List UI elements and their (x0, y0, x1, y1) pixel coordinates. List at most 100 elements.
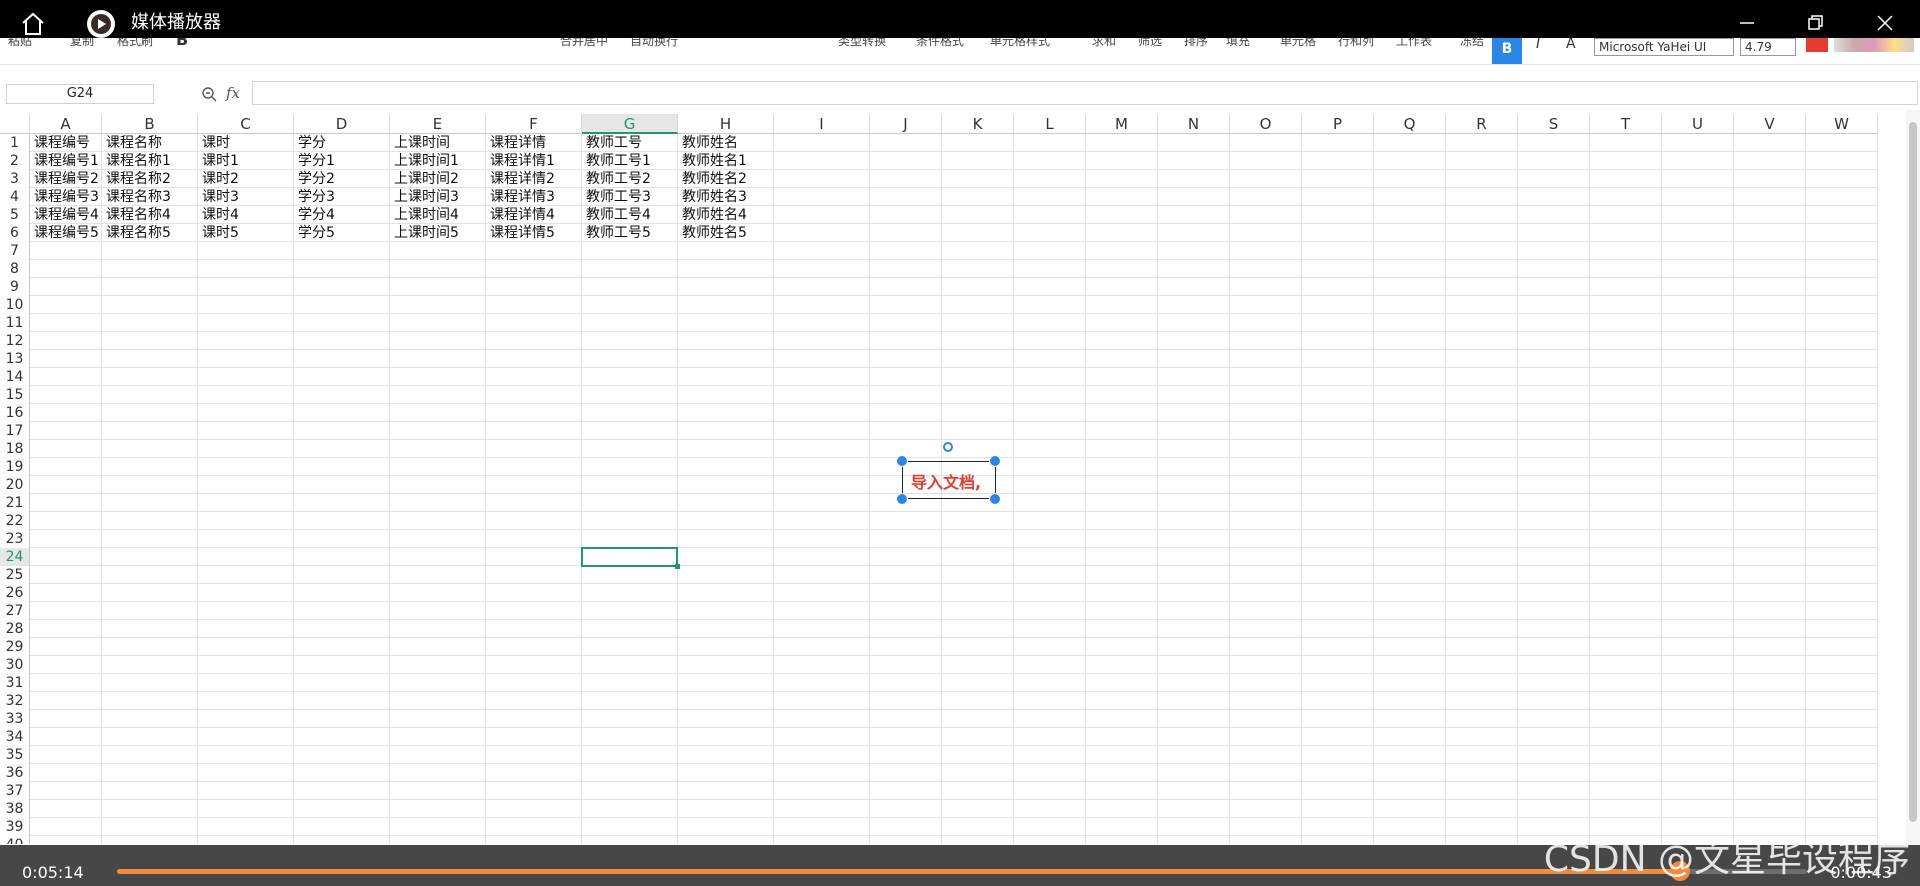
cell-B6[interactable]: 课程名称5 (102, 224, 198, 242)
ribbon-copy[interactable]: 复制 (70, 38, 94, 49)
ribbon-fill[interactable]: 填充 (1226, 38, 1250, 49)
ribbon-sum[interactable]: 求和 (1092, 38, 1116, 49)
cell-G4[interactable]: 教师工号3 (582, 188, 678, 206)
row-header-37[interactable]: 37 (0, 782, 30, 800)
row-header-40[interactable]: 40 (0, 836, 30, 844)
column-header-T[interactable]: T (1590, 114, 1662, 134)
cell-F1[interactable]: 课程详情 (486, 134, 582, 152)
cell-C6[interactable]: 课时5 (198, 224, 294, 242)
cell-H6[interactable]: 教师姓名5 (678, 224, 774, 242)
row-header-8[interactable]: 8 (0, 260, 30, 278)
row-header-13[interactable]: 13 (0, 350, 30, 368)
text-box-shape[interactable]: 导入文档, (902, 461, 996, 499)
italic-toggle[interactable]: I (1536, 38, 1540, 52)
column-header-D[interactable]: D (294, 114, 390, 134)
row-header-9[interactable]: 9 (0, 278, 30, 296)
column-header-I[interactable]: I (774, 114, 870, 134)
active-cell-selection[interactable] (581, 547, 680, 569)
column-header-P[interactable]: P (1302, 114, 1374, 134)
row-header-2[interactable]: 2 (0, 152, 30, 170)
row-header-12[interactable]: 12 (0, 332, 30, 350)
column-header-K[interactable]: K (942, 114, 1014, 134)
home-icon[interactable] (20, 11, 46, 37)
column-header-S[interactable]: S (1518, 114, 1590, 134)
row-header-30[interactable]: 30 (0, 656, 30, 674)
row-header-1[interactable]: 1 (0, 134, 30, 152)
row-header-20[interactable]: 20 (0, 476, 30, 494)
cell-A4[interactable]: 课程编号3 (30, 188, 102, 206)
row-header-16[interactable]: 16 (0, 404, 30, 422)
vertical-scrollbar[interactable] (1906, 110, 1920, 845)
column-header-C[interactable]: C (198, 114, 294, 134)
row-header-35[interactable]: 35 (0, 746, 30, 764)
cell-A3[interactable]: 课程编号2 (30, 170, 102, 188)
cell-B4[interactable]: 课程名称3 (102, 188, 198, 206)
row-header-25[interactable]: 25 (0, 566, 30, 584)
column-header-F[interactable]: F (486, 114, 582, 134)
cell-A6[interactable]: 课程编号5 (30, 224, 102, 242)
ribbon-wrap-text[interactable]: 自动换行 (630, 38, 678, 49)
column-header-U[interactable]: U (1662, 114, 1734, 134)
minimize-icon[interactable] (1734, 10, 1760, 36)
cell-A5[interactable]: 课程编号4 (30, 206, 102, 224)
column-header-J[interactable]: J (870, 114, 942, 134)
row-header-4[interactable]: 4 (0, 188, 30, 206)
row-header-29[interactable]: 29 (0, 638, 30, 656)
cell-E2[interactable]: 上课时间1 (390, 152, 486, 170)
scrollbar-thumb[interactable] (1909, 122, 1917, 822)
bold-button[interactable]: B (176, 38, 188, 49)
font-color-button[interactable]: A (1566, 38, 1576, 52)
cell-D4[interactable]: 学分3 (294, 188, 390, 206)
column-header-O[interactable]: O (1230, 114, 1302, 134)
cell-H5[interactable]: 教师姓名4 (678, 206, 774, 224)
cell-D1[interactable]: 学分 (294, 134, 390, 152)
cell-E3[interactable]: 上课时间2 (390, 170, 486, 188)
color-swatch-red[interactable] (1806, 38, 1828, 52)
font-size-select[interactable]: 4.79 (1740, 38, 1796, 56)
ribbon-format-painter[interactable]: 格式刷 (117, 38, 153, 49)
cell-E4[interactable]: 上课时间3 (390, 188, 486, 206)
cell-B5[interactable]: 课程名称4 (102, 206, 198, 224)
cell-F6[interactable]: 课程详情5 (486, 224, 582, 242)
text-box-content[interactable]: 导入文档, (911, 469, 981, 493)
cell-B2[interactable]: 课程名称1 (102, 152, 198, 170)
cell-E5[interactable]: 上课时间4 (390, 206, 486, 224)
name-box[interactable]: G24 (6, 84, 154, 104)
cell-D6[interactable]: 学分5 (294, 224, 390, 242)
cell-G2[interactable]: 教师工号1 (582, 152, 678, 170)
row-header-18[interactable]: 18 (0, 440, 30, 458)
cell-C2[interactable]: 课时1 (198, 152, 294, 170)
row-header-27[interactable]: 27 (0, 602, 30, 620)
column-header-Q[interactable]: Q (1374, 114, 1446, 134)
restore-icon[interactable] (1802, 10, 1828, 36)
row-header-24[interactable]: 24 (0, 548, 30, 566)
cell-B3[interactable]: 课程名称2 (102, 170, 198, 188)
cell-G6[interactable]: 教师工号5 (582, 224, 678, 242)
ribbon-conditional-format[interactable]: 条件格式 (916, 38, 964, 49)
row-header-19[interactable]: 19 (0, 458, 30, 476)
ribbon-filter[interactable]: 筛选 (1138, 38, 1162, 49)
row-header-17[interactable]: 17 (0, 422, 30, 440)
cell-F3[interactable]: 课程详情2 (486, 170, 582, 188)
row-header-11[interactable]: 11 (0, 314, 30, 332)
cell-H1[interactable]: 教师姓名 (678, 134, 774, 152)
resize-handle-tr[interactable] (989, 455, 1001, 467)
resize-handle-br[interactable] (989, 493, 1001, 505)
row-header-10[interactable]: 10 (0, 296, 30, 314)
ribbon-type-convert[interactable]: 类型转换 (838, 38, 886, 49)
row-header-36[interactable]: 36 (0, 764, 30, 782)
ribbon-worksheet[interactable]: 工作表 (1396, 38, 1432, 49)
cell-A2[interactable]: 课程编号1 (30, 152, 102, 170)
fx-label[interactable]: fx (226, 84, 240, 102)
row-header-38[interactable]: 38 (0, 800, 30, 818)
row-header-33[interactable]: 33 (0, 710, 30, 728)
cell-F5[interactable]: 课程详情4 (486, 206, 582, 224)
cell-G1[interactable]: 教师工号 (582, 134, 678, 152)
column-header-A[interactable]: A (30, 114, 102, 134)
row-header-39[interactable]: 39 (0, 818, 30, 836)
column-header-V[interactable]: V (1734, 114, 1806, 134)
zoom-icon[interactable] (201, 86, 217, 102)
column-header-E[interactable]: E (390, 114, 486, 134)
row-header-31[interactable]: 31 (0, 674, 30, 692)
cell-B1[interactable]: 课程名称 (102, 134, 198, 152)
